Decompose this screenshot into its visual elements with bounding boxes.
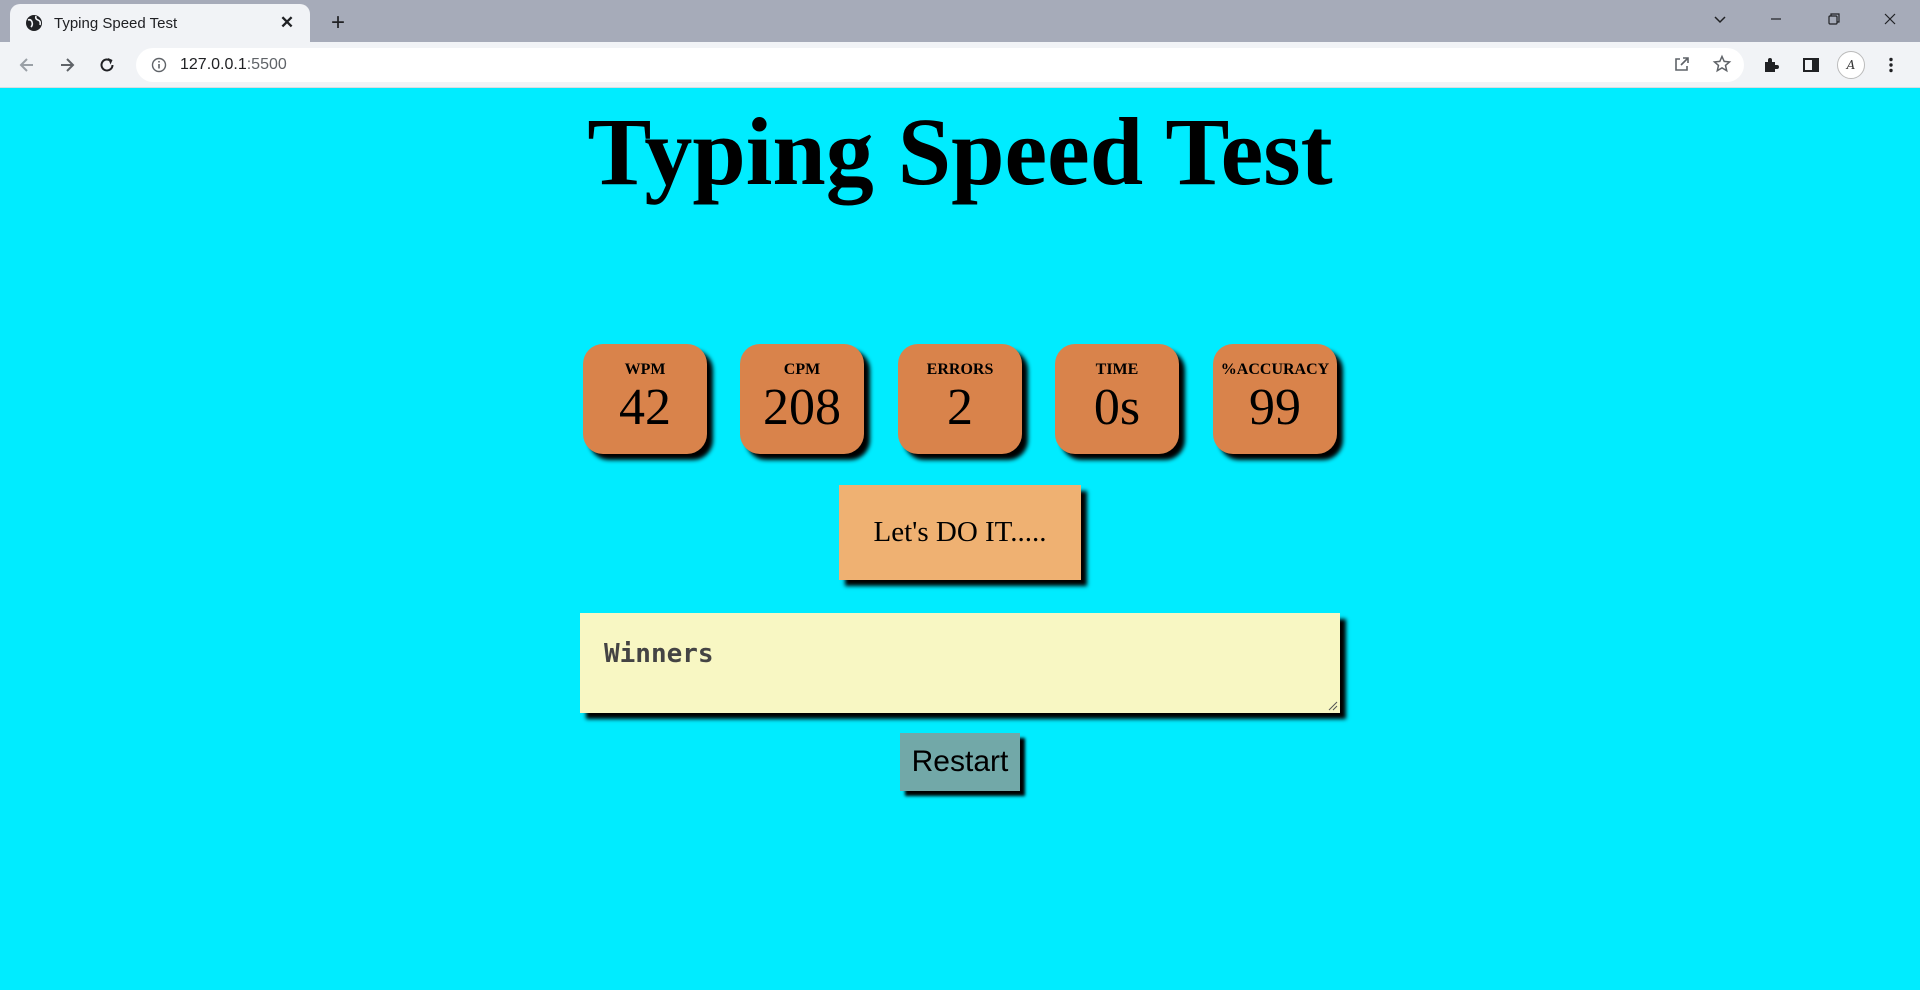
stat-card-cpm: CPM 208	[740, 344, 864, 454]
bookmark-star-icon[interactable]	[1708, 50, 1736, 78]
quote-display: Let's DO IT.....	[839, 485, 1081, 580]
stat-card-time: TIME 0s	[1055, 344, 1179, 454]
url-port: :5500	[246, 56, 287, 73]
minimize-icon[interactable]	[1748, 0, 1804, 38]
stat-card-wpm: WPM 42	[583, 344, 707, 454]
browser-toolbar: 127.0.0.1:5500 A	[0, 42, 1920, 88]
profile-avatar[interactable]: A	[1836, 50, 1866, 80]
globe-icon	[24, 13, 44, 33]
side-panel-icon[interactable]	[1796, 50, 1826, 80]
stat-card-errors: ERRORS 2	[898, 344, 1022, 454]
stat-label: TIME	[1095, 361, 1139, 378]
stat-value: 42	[619, 379, 671, 436]
profile-avatar-icon: A	[1837, 51, 1865, 79]
share-icon[interactable]	[1668, 50, 1696, 78]
stat-value: 208	[763, 379, 841, 436]
close-tab-icon[interactable]: ✕	[276, 12, 298, 34]
new-tab-button[interactable]: +	[324, 9, 352, 37]
browser-tab[interactable]: Typing Speed Test ✕	[10, 4, 310, 42]
address-bar[interactable]: 127.0.0.1:5500	[136, 48, 1744, 82]
stat-label: %ACCURACY	[1220, 361, 1330, 378]
restore-icon[interactable]	[1806, 0, 1862, 38]
back-icon[interactable]	[12, 50, 42, 80]
extensions-icon[interactable]	[1756, 50, 1786, 80]
forward-icon[interactable]	[52, 50, 82, 80]
typing-input[interactable]: Winners	[580, 613, 1340, 713]
stat-value: 99	[1249, 379, 1301, 436]
stat-label: CPM	[783, 361, 821, 378]
resize-grip-icon[interactable]	[1326, 699, 1338, 711]
stats-row: WPM 42 CPM 208 ERRORS 2 TIME 0s %ACCURAC…	[583, 344, 1343, 456]
url-host: 127.0.0.1	[180, 56, 247, 73]
page-title: Typing Speed Test	[587, 98, 1333, 205]
close-window-icon[interactable]	[1862, 0, 1918, 38]
typing-input-container: Winners	[580, 613, 1340, 713]
tab-title: Typing Speed Test	[54, 14, 178, 32]
reload-icon[interactable]	[92, 50, 122, 80]
tab-search-icon[interactable]	[1692, 0, 1748, 38]
more-menu-icon[interactable]	[1876, 50, 1906, 80]
browser-tabstrip: Typing Speed Test ✕ +	[0, 0, 1920, 42]
stat-label: WPM	[624, 361, 666, 378]
stat-card-accuracy: %ACCURACY 99	[1213, 344, 1337, 454]
site-info-icon[interactable]	[150, 56, 168, 74]
stat-value: 0s	[1093, 379, 1141, 436]
restart-button[interactable]: Restart	[900, 733, 1020, 791]
stat-label: ERRORS	[926, 361, 994, 378]
page-content: Typing Speed Test WPM 42 CPM 208 ERRORS …	[0, 88, 1920, 990]
stat-value: 2	[947, 379, 973, 436]
